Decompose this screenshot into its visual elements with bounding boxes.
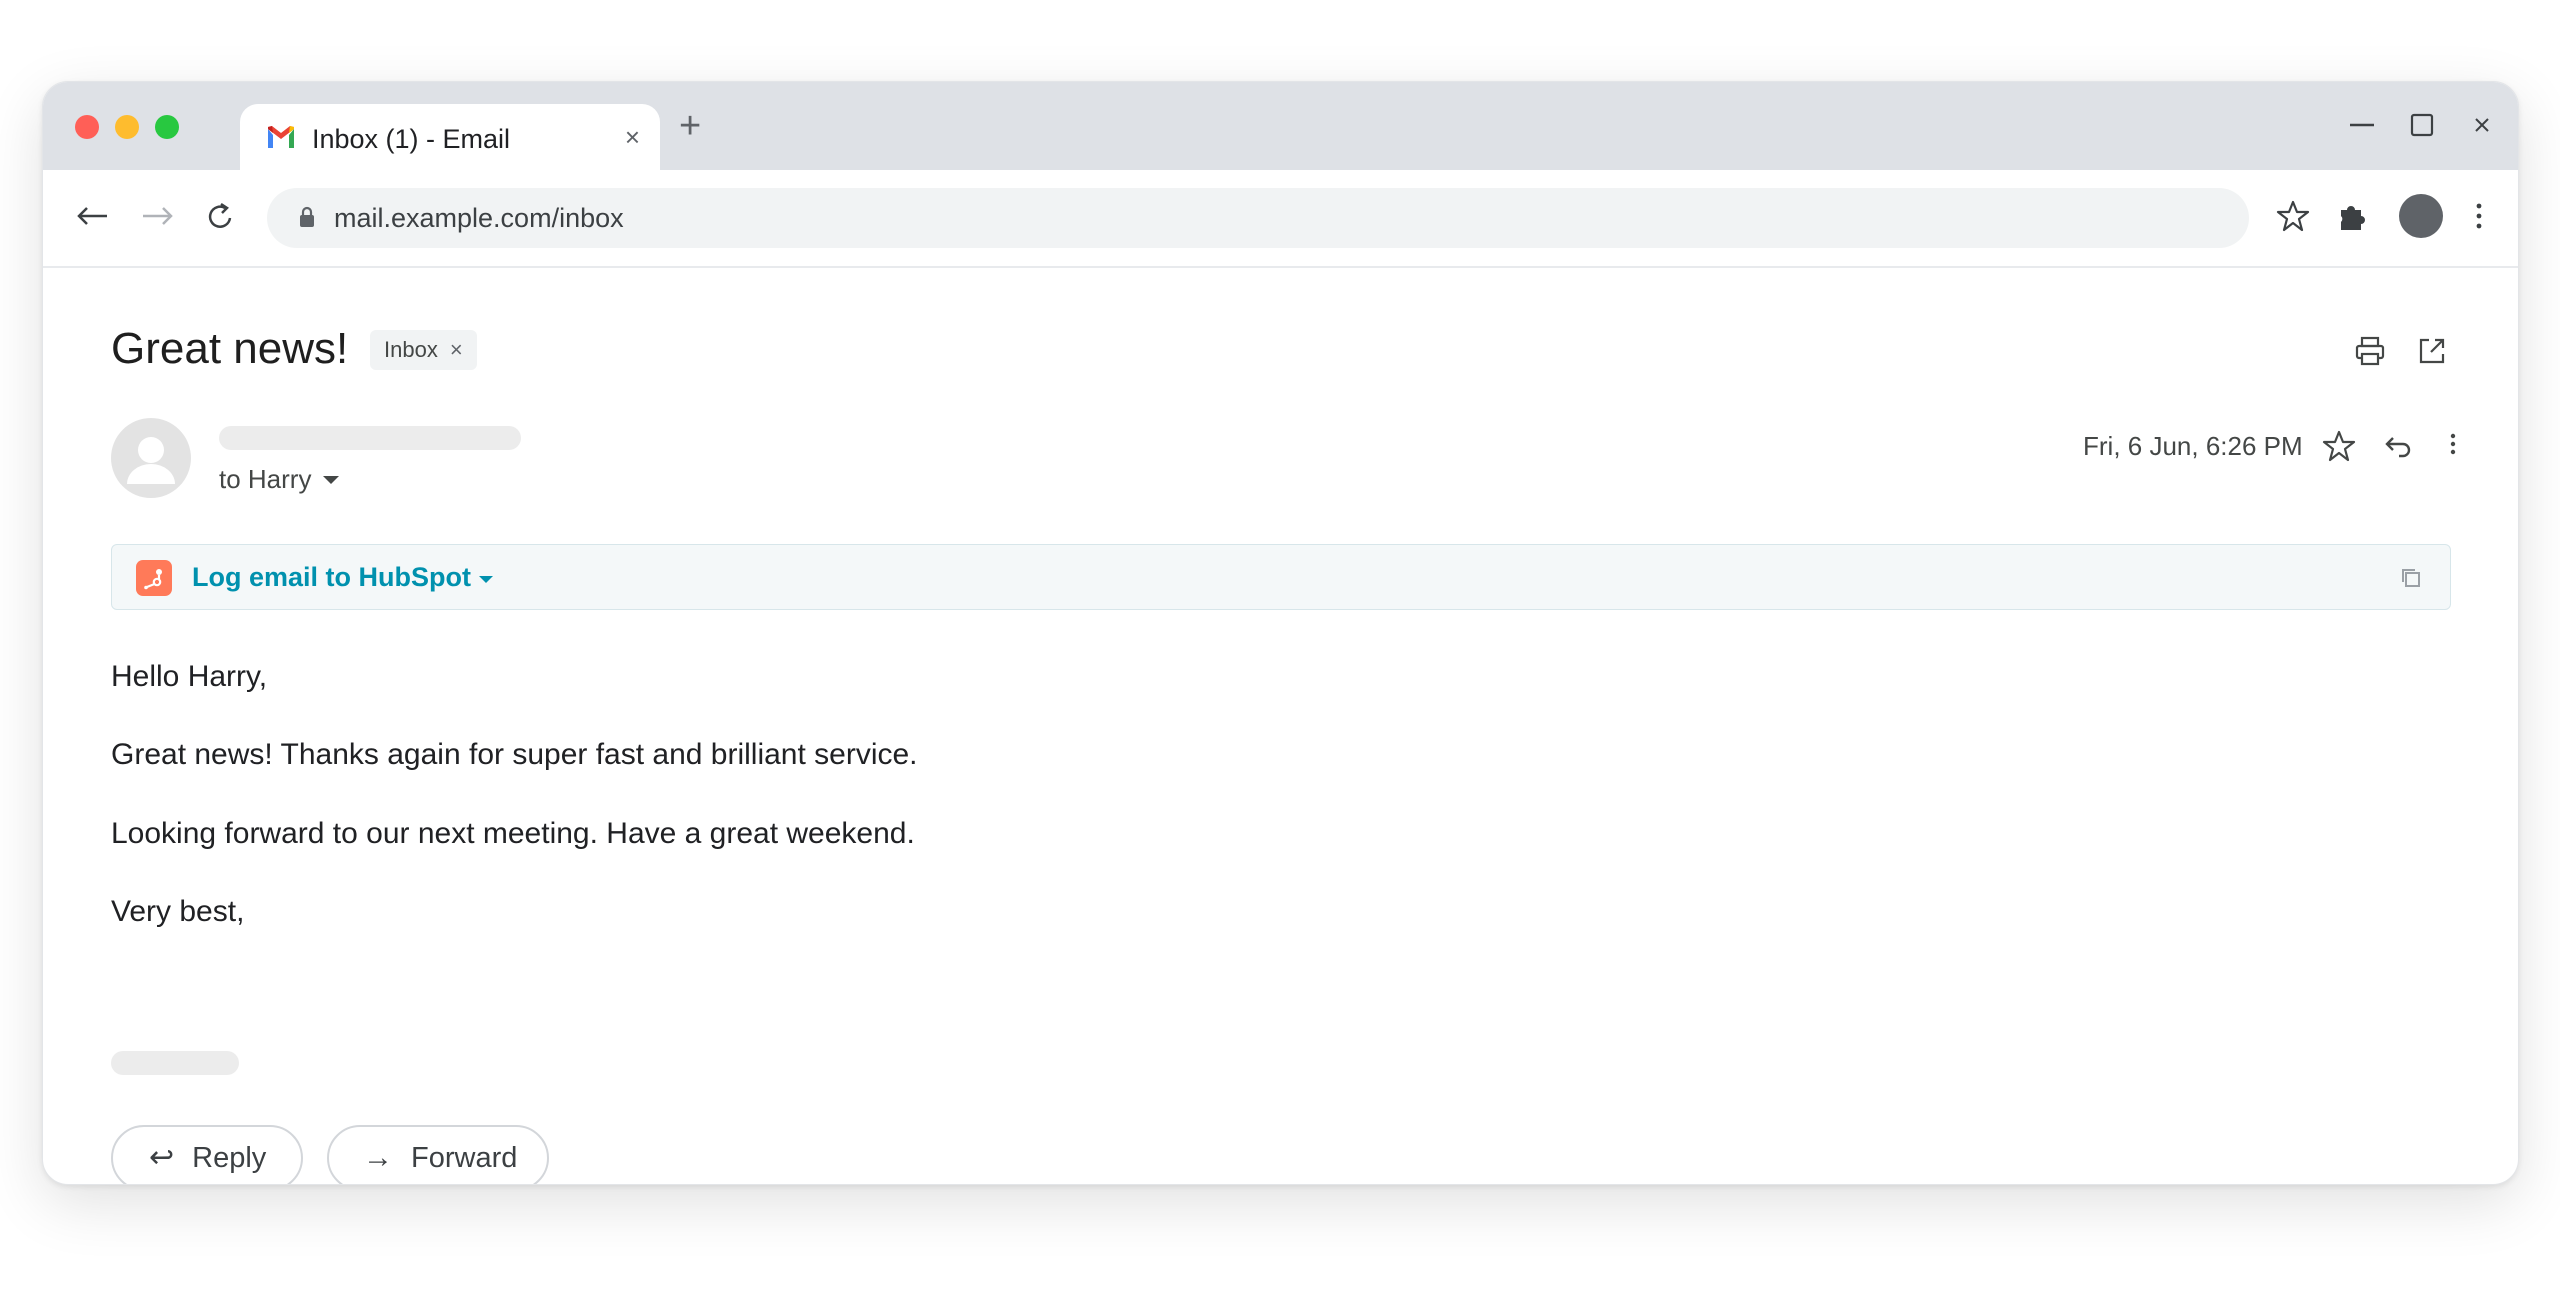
reply-icon[interactable] [2379,428,2415,464]
body-paragraph: Very best, [111,895,245,928]
hubspot-log-bar: Log email to HubSpot [111,544,2451,610]
extensions-icon[interactable] [2335,198,2371,234]
bookmark-star-icon[interactable] [2275,198,2311,234]
url-text: mail.example.com/inbox [334,203,624,233]
sender-name-placeholder [219,426,521,450]
print-icon[interactable] [2353,334,2387,368]
star-icon[interactable] [2321,428,2357,464]
address-bar[interactable]: mail.example.com/inbox [267,188,2249,248]
forward-label: Forward [411,1141,518,1174]
chevron-down-icon [478,576,493,583]
reply-button[interactable]: ↩ Reply [111,1125,303,1184]
signature-placeholder [111,1051,239,1075]
tab-close-icon[interactable]: × [625,124,640,150]
browser-window: Inbox (1) - Email × + mail.example.com/i… [42,81,2519,1185]
copy-icon[interactable] [2398,565,2424,591]
inbox-label-chip[interactable]: Inbox × [370,330,477,370]
minimize-icon[interactable] [2345,108,2379,142]
chevron-down-icon [323,475,340,484]
profile-avatar[interactable] [2399,194,2443,238]
zoom-window-dot[interactable] [155,115,179,139]
body-paragraph: Looking forward to our next meeting. Hav… [111,817,915,850]
email-view: Great news! Inbox × to Harry Fri, 6 Jun,… [43,268,2518,1184]
body-paragraph: Great news! Thanks again for super fast … [111,738,918,771]
reply-label: Reply [192,1141,267,1174]
default-person-icon [127,437,175,484]
new-tab-button[interactable]: + [679,106,701,146]
tab-strip: Inbox (1) - Email × + [43,82,2518,170]
forward-button[interactable]: → Forward [327,1125,549,1184]
close-window-dot[interactable] [75,115,99,139]
body-paragraph: Hello Harry, [111,660,268,693]
kebab-menu-icon[interactable] [2461,198,2497,234]
reply-icon: ↩ [149,1141,175,1174]
forward-arrow-icon: → [363,1141,393,1174]
lock-icon [300,206,314,227]
sender-avatar[interactable] [111,418,191,498]
maximize-icon[interactable] [2405,108,2439,142]
reload-icon[interactable] [201,196,241,236]
back-arrow-icon[interactable] [73,196,113,236]
email-subject: Great news! [111,324,349,373]
close-icon[interactable] [2465,108,2499,142]
forward-arrow-icon[interactable] [137,196,177,236]
minimize-window-dot[interactable] [115,115,139,139]
browser-tab-inbox[interactable]: Inbox (1) - Email × [240,104,660,170]
label-text: Inbox [384,337,438,362]
recipient-details-toggle[interactable]: to Harry [219,464,340,495]
hubspot-logo-icon [136,560,172,596]
log-email-hubspot-button[interactable]: Log email to HubSpot [192,562,493,593]
more-options-icon[interactable] [2435,428,2471,464]
remove-label-icon[interactable]: × [450,337,463,363]
browser-toolbar: mail.example.com/inbox [43,170,2518,268]
recipient-text: to Harry [219,464,312,494]
tab-title: Inbox (1) - Email [312,124,511,154]
open-in-new-window-icon[interactable] [2415,334,2449,368]
hubspot-label: Log email to HubSpot [192,562,471,592]
email-date: Fri, 6 Jun, 6:26 PM [2083,431,2303,461]
gmail-icon [268,126,294,148]
